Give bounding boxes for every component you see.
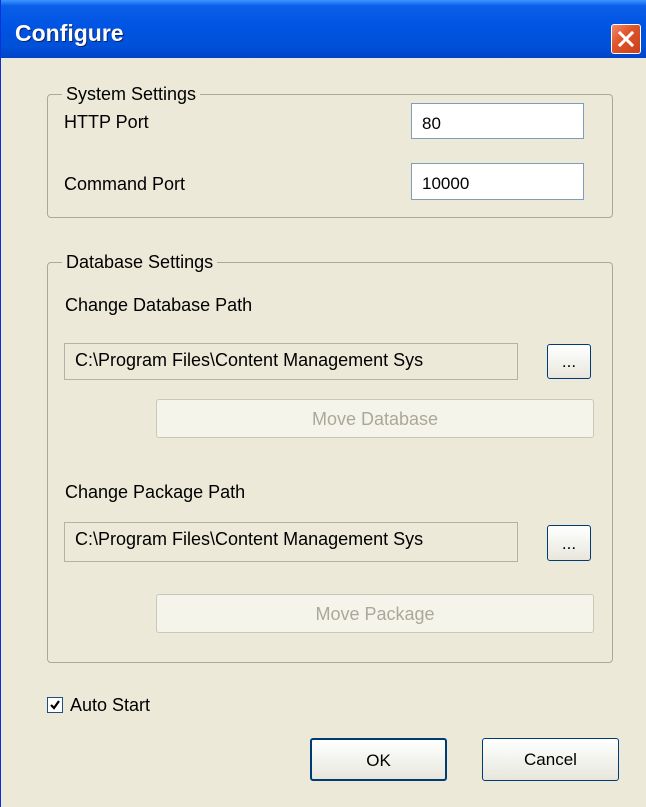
database-path-label: Change Database Path [65,295,253,315]
http-port-label: HTTP Port [64,112,149,132]
move-package-button[interactable]: Move Package [156,594,594,633]
database-settings-legend: Database Settings [62,251,218,273]
command-port-label: Command Port [64,174,186,194]
browse-package-button[interactable]: ... [547,525,591,561]
checkmark-icon [50,700,60,710]
system-settings-legend: System Settings [62,83,201,105]
browse-database-button[interactable]: ... [547,344,591,379]
move-database-button[interactable]: Move Database [156,399,594,438]
cancel-button[interactable]: Cancel [482,738,619,781]
package-path-field[interactable]: C:\Program Files\Content Management Sys [64,522,518,562]
package-path-label: Change Package Path [65,482,246,502]
close-button[interactable] [611,24,641,54]
ok-button[interactable]: OK [310,738,447,781]
auto-start-checkbox[interactable] [47,697,63,713]
auto-start-label: Auto Start [70,695,151,715]
title-bar[interactable]: Configure [1,0,646,58]
command-port-input[interactable] [411,163,584,200]
close-icon [617,30,635,48]
http-port-input[interactable] [411,103,584,139]
configure-dialog: Configure System Settings HTTP Port Comm… [0,0,646,807]
window-title: Configure [15,20,124,46]
database-path-field[interactable]: C:\Program Files\Content Management Sys [64,343,518,380]
